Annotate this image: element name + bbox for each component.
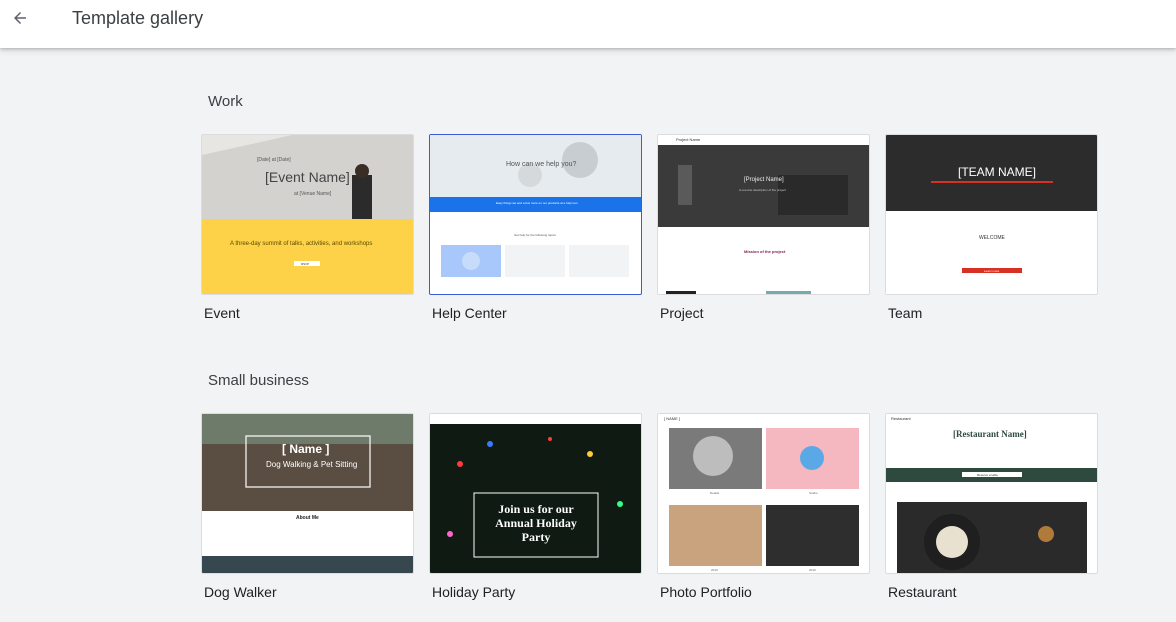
app-bar: Template gallery [0,0,1176,48]
thumb-team-title: [TEAM NAME] [958,165,1037,179]
thumb-holiday-title: Join us for our Annual Holiday Party [495,502,577,544]
thumb-dog-walker-title: [ Name ] [282,442,330,456]
section-title-small-business: Small business [208,372,309,389]
template-thumbnail-help-center: How can we help you? Easy things we and … [429,134,642,295]
template-thumbnail-event: [Date] at [Date] [Event Name] at [Venue … [201,134,414,295]
holiday-hero-image [430,414,641,573]
template-label: Holiday Party [432,584,516,600]
template-label: Photo Portfolio [660,584,752,600]
page-title: Template gallery [72,8,204,28]
thumb-restaurant-title: [Restaurant Name] [953,429,1027,439]
template-label: Dog Walker [204,584,277,600]
template-label: Project [660,305,704,321]
dog-walker-hero-image [202,414,413,573]
template-thumbnail-restaurant: Restaurant [Restaurant Name] Reserve a t… [885,413,1098,574]
arrow-back-icon [14,12,26,24]
section-title-work: Work [208,93,243,110]
template-thumbnail-holiday-party: Join us for our Annual Holiday Party [429,413,642,574]
template-label: Event [204,305,240,321]
photo-portfolio-grid [658,414,869,573]
template-label: Team [888,305,923,321]
help-hero-image [430,135,641,277]
event-hero-image [202,135,413,294]
template-thumbnail-team: [TEAM NAME] WELCOME Learn more [885,134,1098,295]
back-button[interactable] [6,4,34,32]
template-thumbnail-photo-portfolio: [ NAME ] Details Studio 2019 2019 [657,413,870,574]
thumb-project-title: [Project Name] [744,177,784,183]
template-thumbnail-project: Project Name [Project Name] A one-line d… [657,134,870,295]
thumb-help-title: How can we help you? [506,161,577,168]
thumb-event-title: [Event Name] [265,169,350,185]
template-thumbnail-dog-walker: [ Name ] Dog Walking & Pet Sitting About… [201,413,414,574]
template-label: Restaurant [888,584,957,600]
template-label: Help Center [432,305,507,321]
project-hero-image [658,135,869,294]
